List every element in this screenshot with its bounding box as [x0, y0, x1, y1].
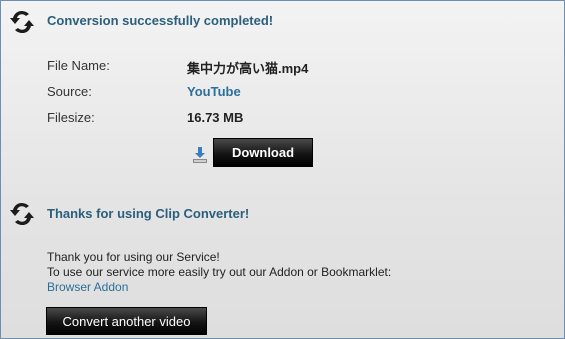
browser-addon-link[interactable]: Browser Addon [47, 280, 128, 294]
convert-arrows-icon [10, 202, 34, 226]
thanks-line-2: To use our service more easily try out o… [47, 265, 392, 279]
thanks-line-1: Thank you for using our Service! [47, 250, 220, 264]
source-link[interactable]: YouTube [187, 84, 241, 99]
download-icon[interactable] [192, 146, 208, 164]
filesize-label: Filesize: [47, 110, 95, 125]
file-name-value: 集中力が高い猫.mp4 [187, 61, 309, 76]
convert-another-video-button[interactable]: Convert another video [46, 307, 207, 335]
file-name-label: File Name: [47, 58, 110, 73]
download-button[interactable]: Download [213, 138, 313, 167]
thanks-title: Thanks for using Clip Converter! [47, 206, 250, 221]
source-label: Source: [47, 84, 92, 99]
conversion-title: Conversion successfully completed! [47, 13, 274, 28]
filesize-value: 16.73 MB [187, 110, 244, 125]
convert-arrows-icon [10, 10, 34, 34]
result-panel: Conversion successfully completed! File … [0, 0, 565, 339]
